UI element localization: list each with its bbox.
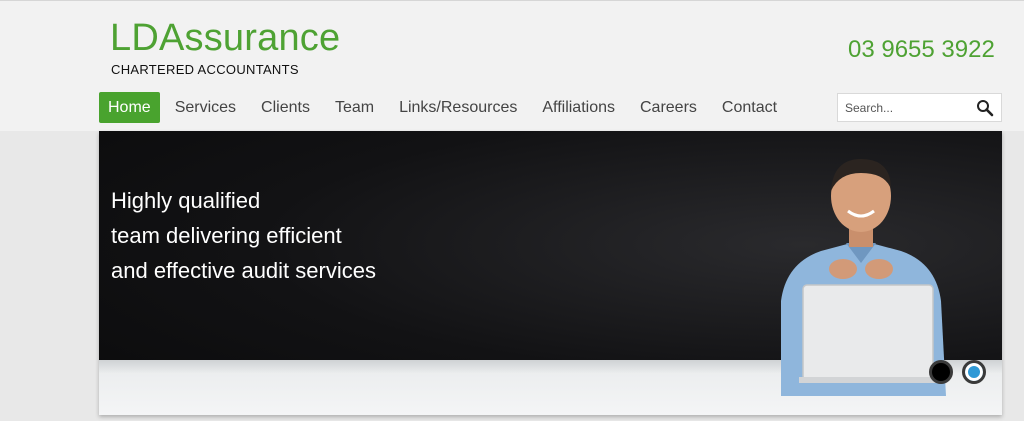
nav-item-services[interactable]: Services bbox=[165, 92, 246, 123]
logo-tagline: CHARTERED ACCOUNTANTS bbox=[111, 62, 299, 77]
nav-item-home[interactable]: Home bbox=[99, 92, 160, 123]
headline-line-2: team delivering efficient bbox=[111, 223, 342, 248]
logo-name[interactable]: LDAssurance bbox=[110, 17, 340, 60]
phone-number[interactable]: 03 9655 3922 bbox=[848, 36, 995, 64]
hero-banner: Highly qualified team delivering efficie… bbox=[99, 131, 1002, 415]
search-box bbox=[837, 93, 1002, 122]
nav-item-team[interactable]: Team bbox=[325, 92, 384, 123]
site-header: LDAssurance CHARTERED ACCOUNTANTS 03 965… bbox=[0, 0, 1024, 131]
headline-line-1: Highly qualified bbox=[111, 188, 261, 213]
nav-item-clients[interactable]: Clients bbox=[251, 92, 320, 123]
slider-dot-2-active[interactable] bbox=[962, 360, 986, 384]
nav-item-links-resources[interactable]: Links/Resources bbox=[389, 92, 527, 123]
slider-dot-1[interactable] bbox=[929, 360, 953, 384]
main-nav: Home Services Clients Team Links/Resourc… bbox=[99, 92, 792, 123]
banner-headline: Highly qualified team delivering efficie… bbox=[111, 183, 376, 288]
nav-item-contact[interactable]: Contact bbox=[712, 92, 787, 123]
search-icon[interactable] bbox=[976, 99, 994, 117]
search-input[interactable] bbox=[838, 94, 973, 121]
slider-pagination bbox=[929, 360, 995, 384]
headline-line-3: and effective audit services bbox=[111, 258, 376, 283]
nav-item-affiliations[interactable]: Affiliations bbox=[532, 92, 625, 123]
nav-item-careers[interactable]: Careers bbox=[630, 92, 707, 123]
